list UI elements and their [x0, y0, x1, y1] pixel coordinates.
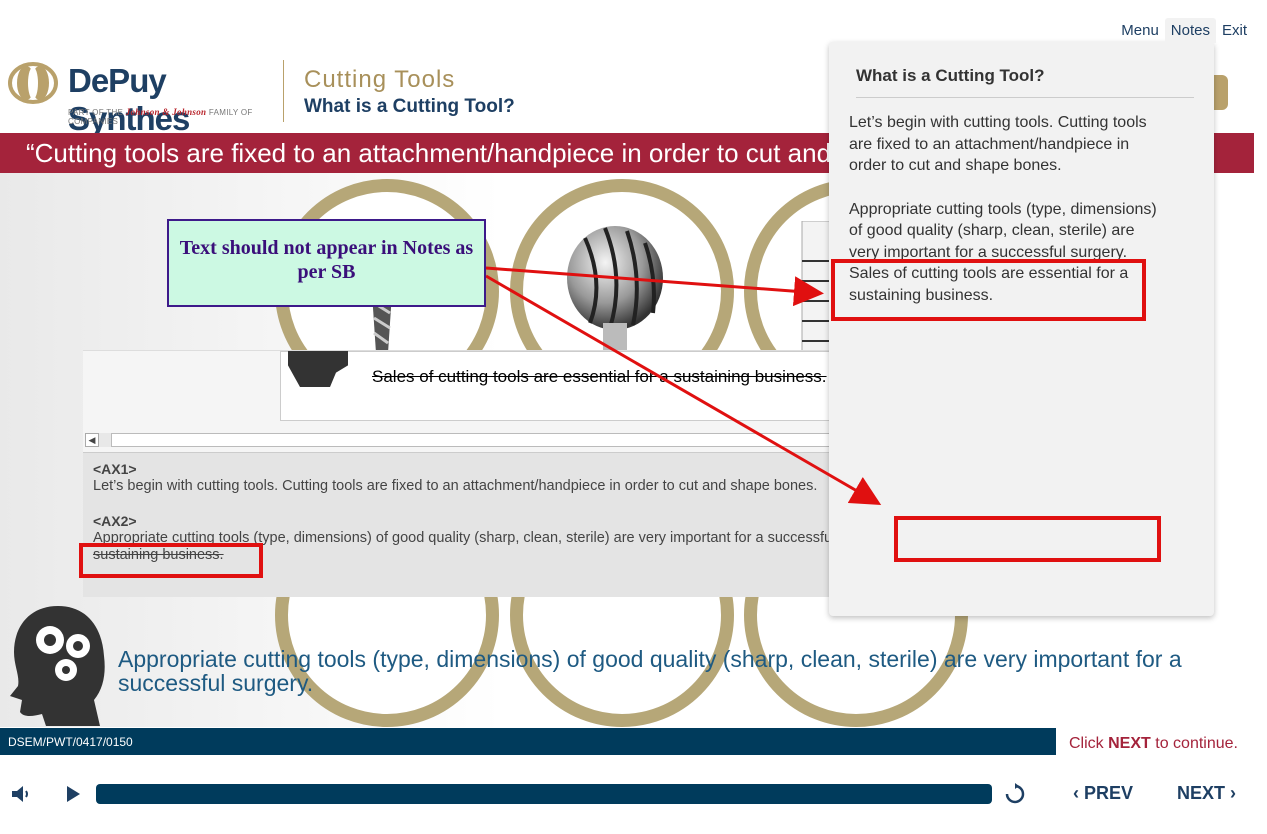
replay-icon[interactable] [1004, 783, 1026, 805]
chevron-right-icon: › [1230, 783, 1237, 803]
scroll-left-arrow-icon[interactable]: ◀ [85, 433, 99, 447]
next-button[interactable]: NEXT › [1177, 783, 1236, 804]
depuy-synthes-logo: DePuy Synthes PART OF THE Johnson & John… [8, 60, 278, 137]
thinking-head-icon [10, 606, 105, 726]
highlight-box-review-2 [79, 543, 263, 578]
header-divider [283, 60, 284, 122]
play-icon[interactable] [64, 784, 82, 804]
annotation-callout: Text should not appear in Notes as per S… [167, 219, 486, 307]
gold-tab [1212, 75, 1228, 110]
document-code: DSEM/PWT/0417/0150 [8, 735, 133, 749]
page-title: What is a Cutting Tool? [304, 96, 515, 117]
menu-link[interactable]: Menu [1115, 18, 1165, 43]
highlight-box-review-1 [894, 516, 1161, 562]
next-hint: Click NEXT to continue. [1069, 735, 1238, 752]
brand-subline: PART OF THE Johnson & Johnson FAMILY OF … [68, 107, 253, 126]
player-controls: ‹ PREV NEXT › [0, 775, 1267, 815]
volume-icon[interactable] [10, 784, 32, 804]
notes-link[interactable]: Notes [1164, 18, 1216, 43]
narration-subtitle: Appropriate cutting tools (type, dimensi… [118, 646, 1182, 696]
progress-bar[interactable] [96, 784, 992, 804]
exit-link[interactable]: Exit [1216, 18, 1253, 43]
review-slide-text: Sales of cutting tools are essential for… [372, 367, 827, 386]
top-nav: Menu Notes Exit [1115, 18, 1253, 43]
logo-mark-icon [8, 62, 58, 104]
footer-bar: DSEM/PWT/0417/0150 [0, 728, 1056, 755]
notes-para-2: Appropriate cutting tools (type, dimensi… [849, 200, 1157, 261]
round-burr-image [567, 226, 663, 353]
chevron-left-icon: ‹ [1073, 783, 1079, 803]
brand-name: DePuy Synthes [68, 62, 190, 137]
highlight-box-notes [831, 259, 1146, 321]
notes-popup-title: What is a Cutting Tool? [856, 66, 1194, 98]
cylinder-burr-image [801, 221, 830, 351]
course-title: Cutting Tools [304, 66, 456, 93]
notes-para-1: Let’s begin with cutting tools. Cutting … [849, 114, 1147, 174]
prev-button[interactable]: ‹ PREV [1073, 783, 1133, 804]
